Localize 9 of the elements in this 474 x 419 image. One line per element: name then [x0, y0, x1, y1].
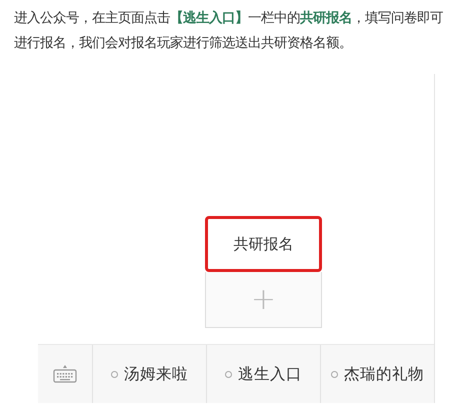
- menu-item[interactable]: 逃生入口: [207, 345, 321, 403]
- bullet-icon: [111, 370, 118, 378]
- menu-item[interactable]: 杰瑞的礼物: [321, 345, 434, 403]
- intro-paragraph: 进入公众号，在主页面点击【逃生入口】一栏中的共研报名，填写问卷即可进行报名，我们会对报名玩家进行筛选送出共研资格名额。: [14, 10, 444, 53]
- bullet-icon: [331, 370, 338, 378]
- menu-item[interactable]: 汤姆来啦: [93, 345, 207, 403]
- bullet-icon: [225, 370, 232, 378]
- keyboard-icon[interactable]: [53, 365, 77, 383]
- submenu-item[interactable]: 共研报名: [205, 216, 322, 272]
